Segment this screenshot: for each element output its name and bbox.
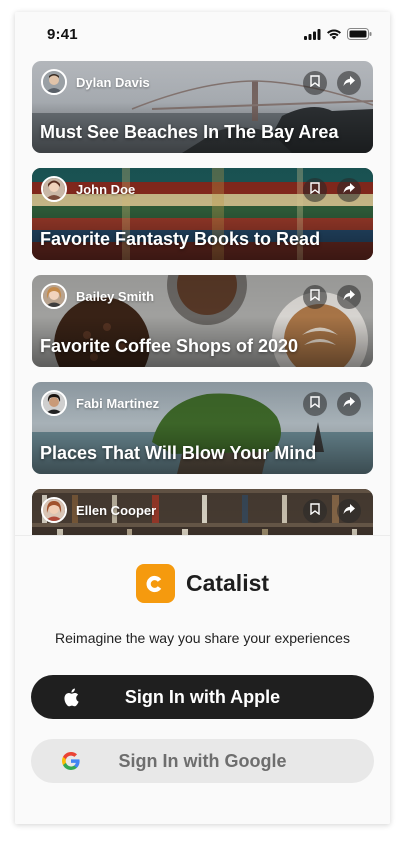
bookmark-button[interactable] [303, 285, 327, 309]
collection-card[interactable]: Dylan Davis Must See Beaches In The Bay … [32, 61, 373, 153]
bookmark-icon [310, 502, 320, 520]
bookmark-button[interactable] [303, 392, 327, 416]
bookmark-icon [310, 74, 320, 92]
card-author[interactable]: Bailey Smith [76, 289, 154, 304]
share-button[interactable] [337, 285, 361, 309]
share-button[interactable] [337, 392, 361, 416]
collection-card[interactable]: John Doe Favorite Fantasty Books to Read [32, 168, 373, 260]
card-title[interactable]: Must See Beaches In The Bay Area [40, 122, 338, 143]
sign-in-apple-label: Sign In with Apple [124, 686, 281, 707]
catalist-logo-icon [135, 564, 175, 603]
collection-card[interactable]: Bailey Smith Favorite Coffee Shops of 20… [32, 275, 373, 367]
collection-feed[interactable]: Dylan Davis Must See Beaches In The Bay … [32, 61, 373, 596]
apple-logo-icon [61, 687, 81, 707]
share-arrow-icon [343, 288, 355, 306]
share-button[interactable] [337, 499, 361, 523]
status-bar: 9:41 [15, 12, 390, 56]
share-arrow-icon [343, 395, 355, 413]
brand-name: Catalist [185, 570, 270, 596]
battery-icon [347, 27, 372, 45]
avatar[interactable] [41, 176, 67, 202]
sign-in-apple-button[interactable]: Sign In with Apple [31, 675, 374, 719]
bookmark-button[interactable] [303, 178, 327, 202]
sign-in-google-button[interactable]: Sign In with Google [31, 739, 374, 783]
share-arrow-icon [343, 181, 355, 199]
bookmark-icon [310, 288, 320, 306]
avatar[interactable] [41, 390, 67, 416]
phone-screen: 9:41 Dylan Davis Must See Beaches In The… [15, 12, 390, 824]
wifi-icon [326, 27, 342, 45]
status-time: 9:41 [47, 26, 78, 43]
bookmark-icon [310, 181, 320, 199]
card-author[interactable]: John Doe [76, 182, 135, 197]
status-icons [304, 27, 372, 45]
share-button[interactable] [337, 178, 361, 202]
sign-in-sheet: Catalist Reimagine the way you share you… [15, 535, 390, 824]
card-author[interactable]: Fabi Martinez [76, 396, 159, 411]
sign-in-google-label: Sign In with Google [118, 750, 287, 771]
avatar[interactable] [41, 497, 67, 523]
tagline: Reimagine the way you share your experie… [55, 630, 350, 646]
share-arrow-icon [343, 74, 355, 92]
brand-lockup: Catalist [15, 564, 390, 603]
share-arrow-icon [343, 502, 355, 520]
card-title[interactable]: Favorite Fantasty Books to Read [40, 229, 320, 250]
card-title[interactable]: Places That Will Blow Your Mind [40, 443, 316, 464]
card-author[interactable]: Dylan Davis [76, 75, 150, 90]
collection-card[interactable]: Fabi Martinez Places That Will Blow Your… [32, 382, 373, 474]
signal-icon [304, 27, 321, 45]
avatar[interactable] [41, 283, 67, 309]
share-button[interactable] [337, 71, 361, 95]
card-author[interactable]: Ellen Cooper [76, 503, 156, 518]
google-logo-icon [61, 751, 81, 771]
avatar[interactable] [41, 69, 67, 95]
card-title[interactable]: Favorite Coffee Shops of 2020 [40, 336, 298, 357]
bookmark-icon [310, 395, 320, 413]
bookmark-button[interactable] [303, 499, 327, 523]
bookmark-button[interactable] [303, 71, 327, 95]
